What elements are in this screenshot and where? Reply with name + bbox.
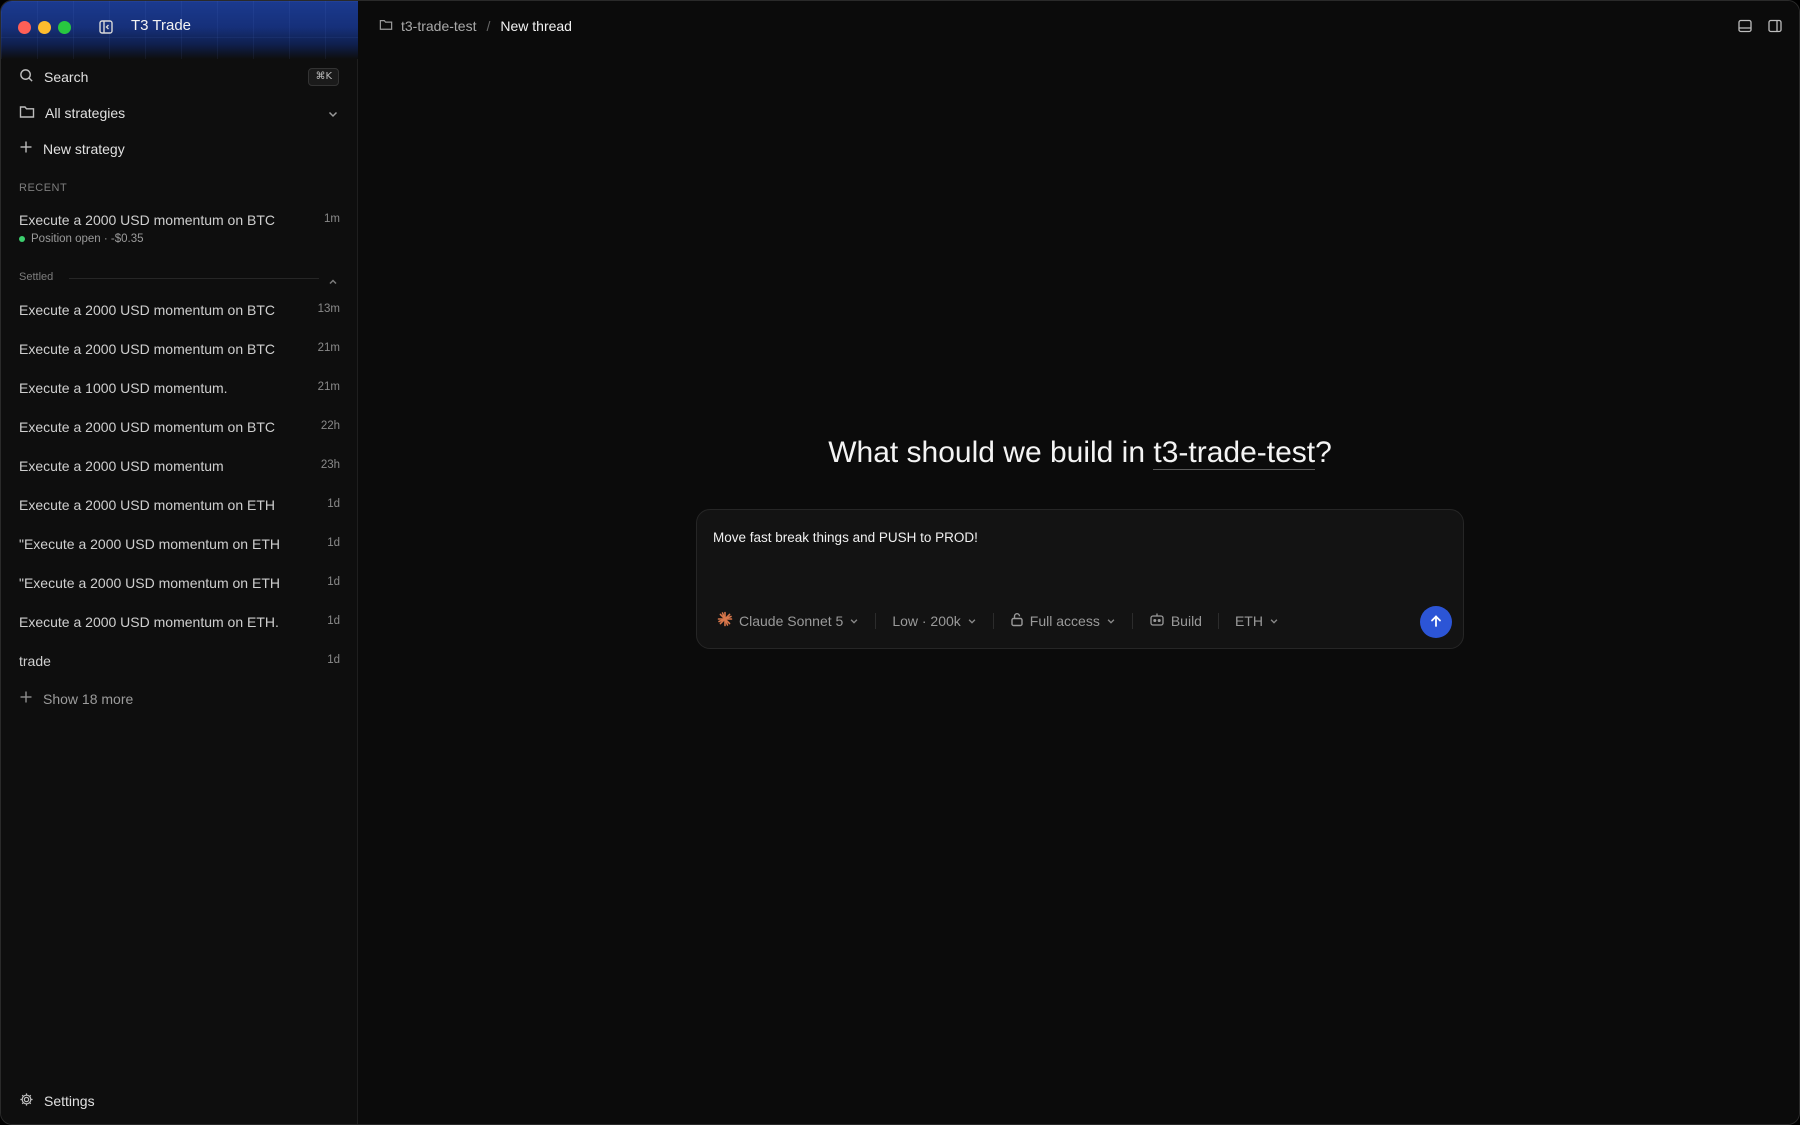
plus-icon	[19, 140, 33, 157]
thread-time: 1d	[327, 615, 340, 627]
new-strategy-button[interactable]: New strategy	[19, 140, 125, 157]
thread-title: Execute a 2000 USD momentum on BTC	[19, 419, 276, 435]
thread-time: 21m	[317, 381, 340, 393]
top-toolbar	[1737, 18, 1783, 38]
search-icon	[19, 68, 34, 86]
access-label: Full access	[1029, 612, 1100, 629]
thread-title: Execute a 2000 USD momentum on BTC	[19, 302, 276, 318]
new-strategy-label: New strategy	[43, 140, 125, 157]
effort-selector[interactable]: Low · 200k	[876, 613, 992, 629]
thread-time: 23h	[320, 459, 340, 471]
thread-title: "Execute a 2000 USD momentum on ETH	[19, 575, 280, 591]
thread-title: "Execute a 2000 USD momentum on ETH	[19, 536, 280, 552]
model-selector[interactable]: Claude Sonnet 5	[717, 611, 875, 630]
sidebar-header: T3 Trade	[1, 1, 358, 59]
sidebar: T3 Trade Search ⌘K All strategies New st…	[1, 1, 358, 1124]
recent-heading: RECENT	[19, 182, 68, 194]
status-dot-icon	[19, 236, 25, 242]
bottom-panel-toggle-icon[interactable]	[1737, 18, 1753, 38]
chevron-down-icon	[967, 613, 977, 629]
main-panel: t3-trade-test / New thread What should w…	[359, 1, 1799, 1124]
message-input[interactable]: Move fast break things and PUSH to PROD!	[713, 530, 978, 545]
search-shortcut-badge: ⌘K	[308, 68, 339, 86]
gear-icon	[19, 1092, 34, 1110]
plus-icon	[19, 690, 33, 707]
chevron-down-icon[interactable]	[327, 105, 339, 124]
thread-time: 1d	[327, 537, 340, 549]
thread-time: 13m	[317, 303, 340, 315]
prompt-prefix: What should we build in	[828, 436, 1154, 469]
access-selector[interactable]: Full access	[994, 612, 1132, 630]
thread-title: Execute a 2000 USD momentum on ETH.	[19, 614, 279, 630]
breadcrumb-separator: /	[486, 18, 491, 34]
thread-title: trade	[19, 653, 51, 669]
right-panel-toggle-icon[interactable]	[1767, 18, 1783, 38]
thread-time: 1d	[327, 654, 340, 666]
sidebar-toggle-icon[interactable]	[97, 18, 115, 36]
asset-selector[interactable]: ETH	[1219, 613, 1295, 629]
thread-time: 21m	[317, 342, 340, 354]
search-button[interactable]: Search	[19, 68, 88, 86]
thread-title: Execute a 2000 USD momentum	[19, 458, 224, 474]
minimize-window-button[interactable]	[38, 21, 51, 34]
thread-time: 1m	[324, 213, 340, 225]
close-window-button[interactable]	[18, 21, 31, 34]
build-label: Build	[1170, 612, 1202, 629]
app-window: T3 Trade Search ⌘K All strategies New st…	[0, 0, 1800, 1125]
position-status-text: Position open · -$0.35	[31, 233, 144, 245]
prompt-suffix: ?	[1315, 436, 1332, 469]
section-divider	[69, 278, 319, 279]
chevron-down-icon	[1269, 613, 1279, 629]
breadcrumb: t3-trade-test / New thread	[379, 18, 572, 34]
breadcrumb-project-link[interactable]: t3-trade-test	[401, 18, 476, 34]
composer: Move fast break things and PUSH to PROD!…	[696, 509, 1464, 649]
thread-title: Execute a 1000 USD momentum.	[19, 380, 228, 396]
thread-time: 22h	[320, 420, 340, 432]
arrow-up-icon	[1429, 613, 1443, 632]
thread-title: Execute a 2000 USD momentum on BTC	[19, 212, 276, 228]
settings-button[interactable]: Settings	[19, 1092, 95, 1110]
lock-open-icon	[1010, 612, 1024, 630]
model-label: Claude Sonnet 5	[739, 612, 844, 629]
search-label: Search	[44, 69, 89, 85]
folder-icon	[19, 104, 35, 122]
all-strategies-dropdown[interactable]: All strategies	[19, 104, 125, 122]
folder-icon	[379, 18, 393, 34]
robot-icon	[1149, 612, 1165, 630]
thread-title: Execute a 2000 USD momentum on ETH	[19, 497, 276, 513]
chevron-up-icon[interactable]	[327, 273, 339, 292]
show-more-button[interactable]: Show 18 more	[19, 690, 133, 707]
send-button[interactable]	[1420, 606, 1452, 638]
thread-time: 1d	[327, 498, 340, 510]
settled-heading: Settled	[19, 271, 54, 283]
claude-icon	[717, 611, 733, 630]
all-strategies-label: All strategies	[45, 105, 126, 121]
chevron-down-icon	[849, 613, 859, 629]
settings-label: Settings	[44, 1093, 95, 1109]
zoom-window-button[interactable]	[58, 21, 71, 34]
thread-time: 1d	[327, 576, 340, 588]
prompt-project: t3-trade-test	[1153, 436, 1316, 470]
page-title: What should we build in t3-trade-test?	[359, 436, 1799, 470]
position-status: Position open · -$0.35	[19, 233, 144, 245]
build-mode-button[interactable]: Build	[1133, 612, 1218, 630]
effort-label: Low · 200k	[892, 612, 961, 629]
breadcrumb-current: New thread	[500, 18, 572, 34]
thread-title: Execute a 2000 USD momentum on BTC	[19, 341, 276, 357]
chevron-down-icon	[1106, 613, 1116, 629]
app-title: T3 Trade	[131, 17, 192, 34]
asset-label: ETH	[1234, 612, 1263, 629]
composer-controls: Claude Sonnet 5 Low · 200k Full access B…	[717, 611, 1295, 630]
show-more-label: Show 18 more	[43, 690, 134, 707]
